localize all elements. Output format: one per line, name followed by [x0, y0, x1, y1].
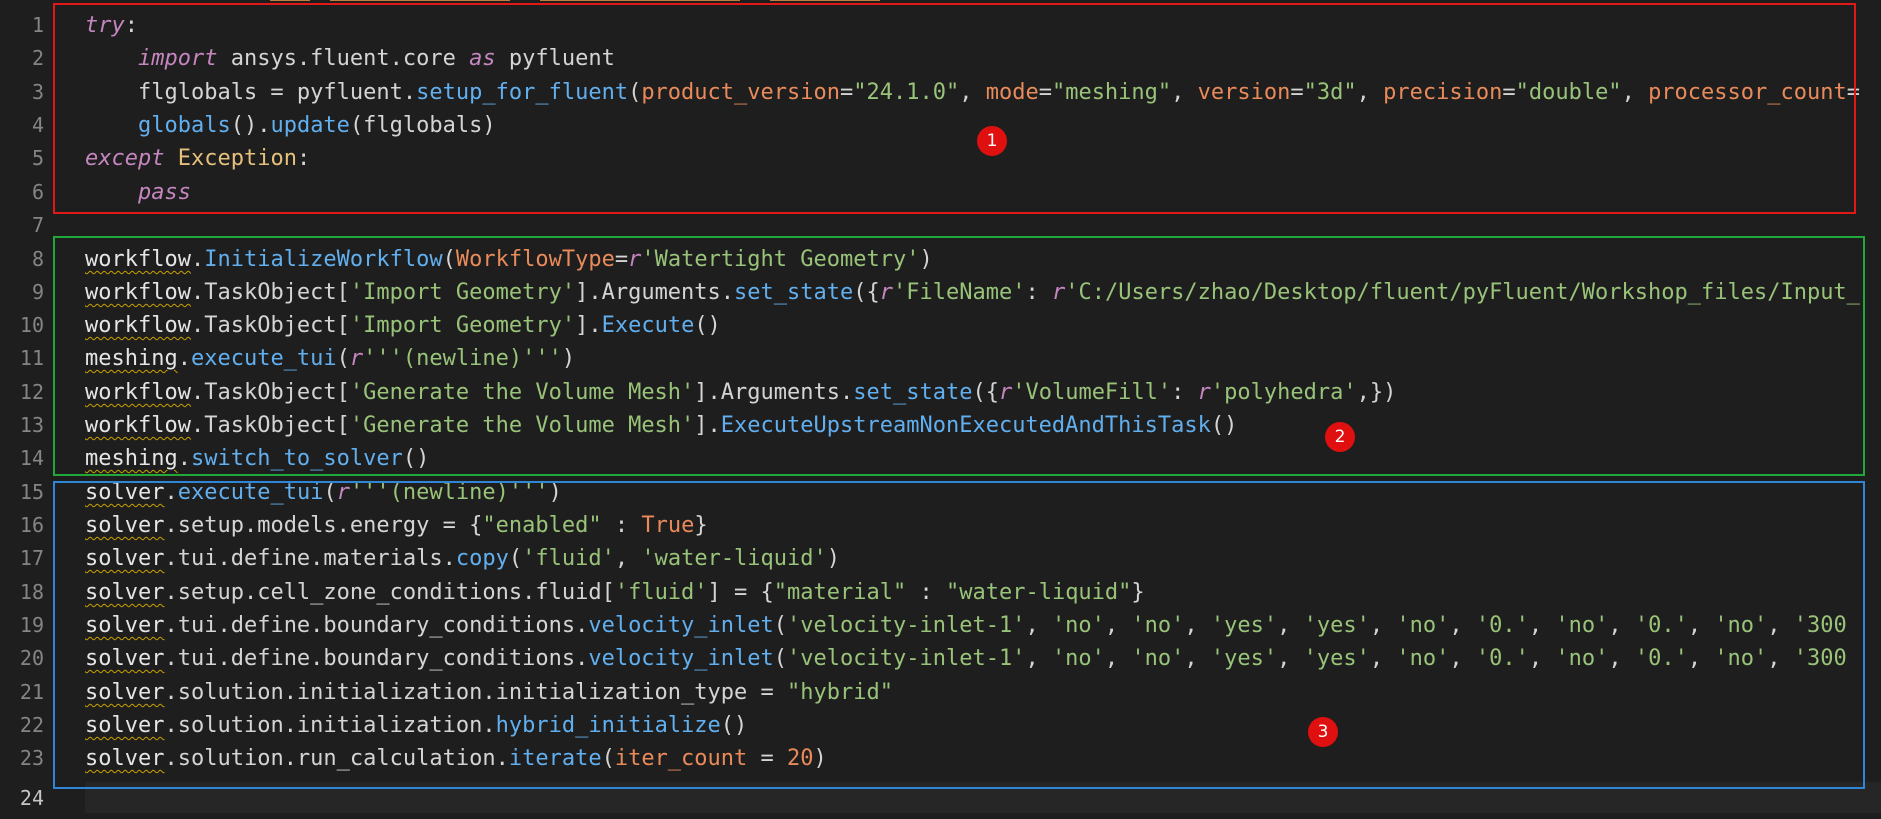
- line-number: 10: [19, 313, 44, 337]
- line-number: 1: [31, 13, 44, 37]
- line-number: 19: [19, 613, 44, 637]
- line-number: 11: [19, 346, 44, 370]
- annotation-badge-2: 2: [1325, 422, 1355, 452]
- highlight-box-2: [53, 236, 1865, 476]
- line-number: 18: [19, 580, 44, 604]
- line-number: 20: [19, 646, 44, 670]
- line-number: 4: [31, 113, 44, 137]
- line-number: 16: [19, 513, 44, 537]
- line-number: 5: [31, 146, 44, 170]
- line-number: 7: [31, 213, 44, 237]
- line-number: 2: [31, 46, 44, 70]
- line-number: 22: [19, 713, 44, 737]
- line-number: 8: [31, 247, 44, 271]
- annotation-badge-3: 3: [1308, 717, 1338, 747]
- line-number: 21: [19, 680, 44, 704]
- line-number: 17: [19, 546, 44, 570]
- line-number: 6: [31, 180, 44, 204]
- line-number: 9: [31, 280, 44, 304]
- line-number: 3: [31, 80, 44, 104]
- line-number: 13: [19, 413, 44, 437]
- highlight-box-1: [53, 3, 1856, 214]
- line-number: 12: [19, 380, 44, 404]
- line-number: 24: [19, 786, 44, 810]
- line-number: 14: [19, 446, 44, 470]
- annotation-badge-1: 1: [977, 126, 1007, 156]
- highlight-box-3: [53, 481, 1865, 789]
- line-number: 15: [19, 480, 44, 504]
- line-number: 23: [19, 746, 44, 770]
